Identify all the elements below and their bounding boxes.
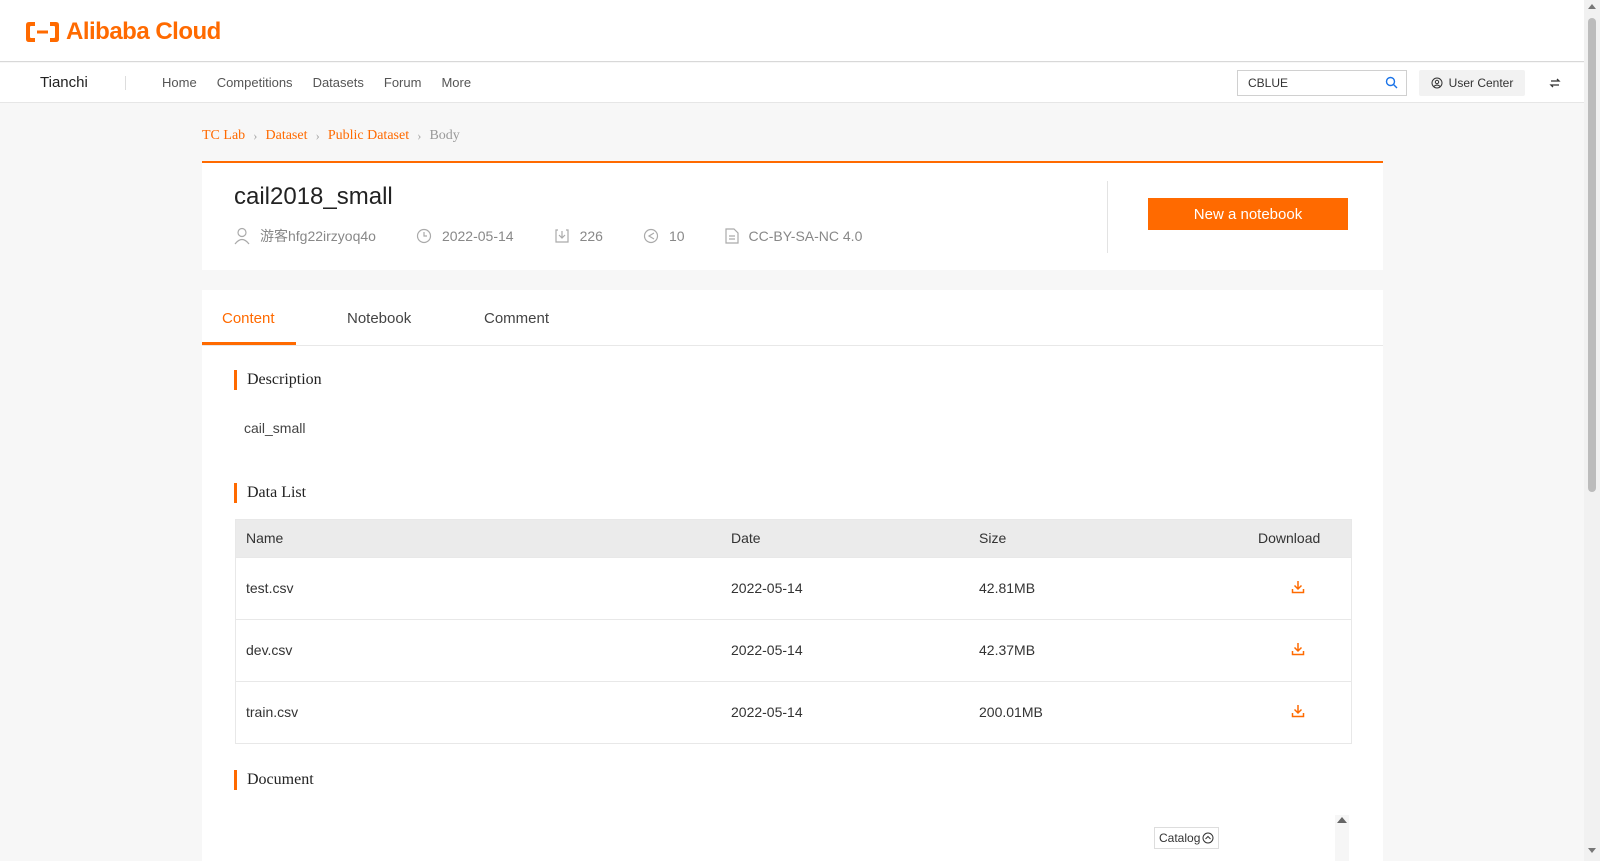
alibaba-cloud-logo[interactable]: Alibaba Cloud [24, 18, 221, 46]
file-name: train.csv [246, 704, 299, 720]
meta-downloads: 226 [554, 228, 603, 244]
tab-bar: Content Notebook Comment [202, 290, 1383, 346]
catalog-toggle[interactable]: Catalog [1154, 827, 1220, 849]
meta-license: CC-BY-SA-NC 4.0 [724, 228, 863, 244]
download-count: 226 [579, 228, 603, 244]
data-list-heading: Data List [234, 483, 306, 503]
download-icon[interactable] [1291, 704, 1305, 721]
download-count-icon [554, 229, 569, 243]
description-text: cail_small [244, 420, 306, 436]
scroll-down-arrow-icon[interactable] [1588, 848, 1596, 853]
tab-content[interactable]: Content [222, 310, 275, 327]
chevron-right-icon: › [253, 128, 258, 143]
meta-shares: 10 [643, 228, 685, 244]
breadcrumb: TC Lab › Dataset › Public Dataset › Body [202, 128, 460, 144]
search-box [1237, 70, 1407, 96]
catalog-label: Catalog [1159, 831, 1201, 845]
tab-notebook[interactable]: Notebook [347, 310, 411, 327]
file-date: 2022-05-14 [731, 580, 803, 596]
data-list-heading-text: Data List [247, 484, 307, 501]
license-document-icon [724, 228, 739, 244]
column-header-size: Size [979, 530, 1007, 546]
table-row: dev.csv 2022-05-14 42.37MB [236, 619, 1351, 681]
scroll-up-arrow-icon[interactable] [1337, 817, 1347, 823]
meta-date: 2022-05-14 [416, 228, 514, 244]
file-name: dev.csv [246, 642, 293, 658]
breadcrumb-current: Body [429, 128, 460, 143]
breadcrumb-public-dataset[interactable]: Public Dataset [328, 128, 409, 144]
user-center-button[interactable]: User Center [1419, 70, 1525, 96]
nav-link-more[interactable]: More [441, 75, 471, 90]
license-name: CC-BY-SA-NC 4.0 [748, 228, 863, 244]
brand-divider [125, 76, 126, 90]
nav-links: Home Competitions Datasets Forum More [162, 75, 491, 90]
column-header-name: Name [246, 530, 284, 546]
file-date: 2022-05-14 [731, 704, 803, 720]
nav-link-home[interactable]: Home [162, 75, 197, 90]
share-count: 10 [668, 228, 685, 244]
description-heading-text: Description [247, 371, 322, 388]
scroll-up-arrow-icon[interactable] [1588, 4, 1596, 9]
language-swap-icon[interactable] [1549, 76, 1561, 94]
clock-icon [416, 228, 432, 244]
nav-link-forum[interactable]: Forum [384, 75, 422, 90]
chevron-right-icon: › [417, 128, 422, 143]
logo-text: Alibaba Cloud [66, 18, 221, 45]
header-divider [1107, 181, 1108, 253]
dataset-header-card: cail2018_small 游客hfg22irzyoq4o 2022-05-1… [202, 163, 1383, 270]
column-header-download: Download [1258, 530, 1321, 546]
table-row: test.csv 2022-05-14 42.81MB [236, 557, 1351, 619]
search-input[interactable] [1238, 71, 1378, 95]
nav-link-competitions[interactable]: Competitions [217, 75, 293, 90]
active-tab-underline [202, 342, 296, 345]
user-circle-icon [1431, 77, 1443, 89]
meta-author: 游客hfg22irzyoq4o [234, 226, 376, 246]
table-header-row: Name Date Size Download [236, 520, 1351, 557]
file-size: 42.37MB [979, 642, 1036, 658]
download-icon[interactable] [1291, 580, 1305, 597]
file-date: 2022-05-14 [731, 642, 803, 658]
dataset-title: cail2018_small [234, 183, 393, 210]
section-accent-bar [234, 370, 237, 390]
logo-bar: Alibaba Cloud [0, 0, 1584, 62]
data-list-table: Name Date Size Download test.csv 2022-05… [235, 519, 1352, 744]
breadcrumb-dataset[interactable]: Dataset [266, 128, 308, 144]
file-name: test.csv [246, 580, 294, 596]
chevron-up-circle-icon [1202, 832, 1214, 844]
search-icon[interactable] [1385, 76, 1398, 94]
new-notebook-button[interactable]: New a notebook [1148, 198, 1348, 230]
section-accent-bar [234, 483, 237, 503]
user-center-label: User Center [1448, 76, 1514, 90]
breadcrumb-tc-lab[interactable]: TC Lab [202, 128, 245, 144]
share-icon [643, 228, 659, 244]
nav-link-datasets[interactable]: Datasets [313, 75, 364, 90]
brand-tianchi[interactable]: Tianchi [40, 74, 88, 91]
download-icon[interactable] [1291, 642, 1305, 659]
page-scrollbar[interactable] [1584, 0, 1600, 861]
author-name: 游客hfg22irzyoq4o [260, 228, 376, 244]
nav-bar: Tianchi Home Competitions Datasets Forum… [0, 63, 1584, 103]
user-icon [234, 227, 250, 245]
document-scrollbar[interactable] [1335, 815, 1349, 861]
content-card: Content Notebook Comment Description cai… [202, 290, 1383, 861]
column-header-date: Date [731, 530, 761, 546]
publish-date: 2022-05-14 [441, 228, 514, 244]
alibaba-cloud-logo-icon [24, 20, 61, 44]
section-accent-bar [234, 770, 237, 790]
dataset-meta: 游客hfg22irzyoq4o 2022-05-14 226 10 CC-BY-… [234, 226, 902, 246]
chevron-right-icon: › [315, 128, 320, 143]
file-size: 200.01MB [979, 704, 1043, 720]
document-heading: Document [234, 770, 314, 790]
tab-comment[interactable]: Comment [484, 310, 549, 327]
description-heading: Description [234, 370, 322, 390]
scroll-thumb[interactable] [1588, 18, 1596, 492]
table-row: train.csv 2022-05-14 200.01MB [236, 681, 1351, 743]
file-size: 42.81MB [979, 580, 1036, 596]
document-heading-text: Document [247, 771, 314, 788]
